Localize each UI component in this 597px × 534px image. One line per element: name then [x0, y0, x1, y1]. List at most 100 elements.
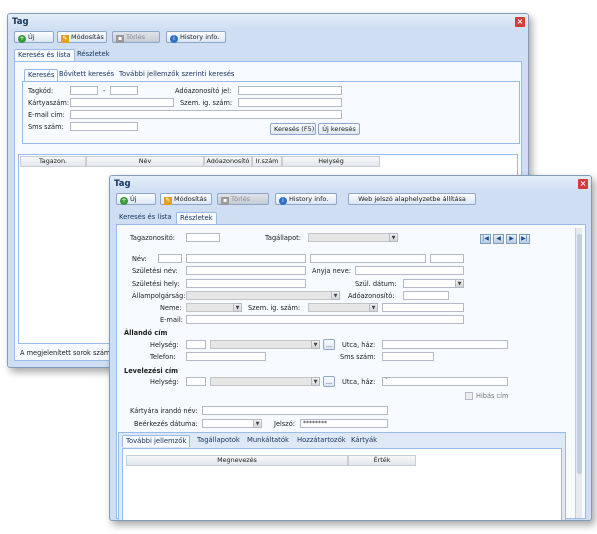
- scrollbar-thumb[interactable]: [577, 234, 582, 474]
- telefon-input[interactable]: [186, 352, 266, 361]
- neme-label: Neme:: [160, 304, 182, 312]
- email-input[interactable]: [70, 110, 342, 119]
- helyseg2-zip-input[interactable]: [186, 377, 206, 386]
- subtab-extended-search[interactable]: Bővített keresés: [56, 69, 117, 81]
- adoazon-input[interactable]: [238, 86, 342, 95]
- chevron-down-icon[interactable]: ▼: [455, 279, 464, 288]
- szemig-input[interactable]: [382, 303, 464, 312]
- nev-firstname-input[interactable]: [310, 254, 426, 263]
- nev-suffix-input[interactable]: [430, 254, 464, 263]
- neme-select[interactable]: ▼: [186, 303, 242, 312]
- sms-input[interactable]: [70, 122, 138, 131]
- utca-input[interactable]: [382, 340, 508, 349]
- kartyara-nev-label: Kártyára irandó név:: [130, 407, 198, 415]
- search-button[interactable]: Keresés (F5): [270, 123, 316, 135]
- info-icon: i: [170, 35, 178, 43]
- helyseg-select[interactable]: ▼: [210, 340, 320, 349]
- vertical-scrollbar[interactable]: [575, 228, 582, 518]
- anyja-neve-input[interactable]: [355, 266, 464, 275]
- edit-button[interactable]: ✎ Módosítás: [160, 193, 212, 205]
- utca2-input[interactable]: `: [382, 377, 508, 386]
- tab-tagallapotok[interactable]: Tagállapotok: [194, 435, 243, 447]
- grid-header-megnevezes[interactable]: Megnevezés: [126, 455, 348, 466]
- szuletesi-hely-input[interactable]: [186, 279, 306, 288]
- utca-label: Utca, ház:: [342, 341, 376, 349]
- kartyaszam-input[interactable]: [70, 98, 174, 107]
- close-icon[interactable]: ×: [578, 179, 588, 189]
- helyseg-label: Helység:: [150, 341, 179, 349]
- szemig-input[interactable]: [238, 98, 342, 107]
- beerkezes-input[interactable]: ▼: [202, 419, 262, 428]
- prev-record-icon[interactable]: ◀: [493, 234, 504, 244]
- next-record-icon[interactable]: ▶: [506, 234, 517, 244]
- back-window-title: Tag: [8, 14, 528, 30]
- tab-munkaltatok[interactable]: Munkáltatók: [244, 435, 292, 447]
- grid-header-helyseg[interactable]: Helység: [282, 156, 380, 167]
- grid-header-tagazon[interactable]: Tagazon.: [20, 156, 86, 167]
- delete-button[interactable]: ▪ Törlés: [217, 193, 269, 205]
- chevron-down-icon[interactable]: ▼: [233, 303, 242, 312]
- helyseg-lookup-button[interactable]: ...: [323, 339, 335, 350]
- grid-header-irszam[interactable]: Ir.szám: [252, 156, 282, 167]
- front-window-title: Tag: [110, 176, 591, 192]
- szuletesi-nev-input[interactable]: [186, 266, 306, 275]
- chevron-down-icon[interactable]: ▼: [331, 291, 340, 300]
- chevron-down-icon[interactable]: ▼: [253, 419, 262, 428]
- history-button[interactable]: i History info.: [166, 31, 226, 43]
- nev-title-input[interactable]: [158, 254, 182, 263]
- grid-header-nev[interactable]: Név: [86, 156, 204, 167]
- tagazon-label: Tagazonosító:: [130, 234, 176, 242]
- new-search-button[interactable]: Új keresés: [318, 123, 360, 135]
- tagallapot-select[interactable]: ▼: [308, 233, 398, 242]
- tab-hozzatartozok[interactable]: Hozzátartozók: [294, 435, 349, 447]
- tagkod-input-1[interactable]: [70, 86, 98, 95]
- adoazon-label: Adóazonosító jel:: [175, 87, 232, 95]
- szul-datum-label: Szül. dátum:: [355, 280, 397, 288]
- allampolgarsag-select[interactable]: ▼: [186, 291, 340, 300]
- tab-search-list[interactable]: Keresés és lista: [116, 212, 175, 224]
- sms-input[interactable]: [382, 352, 434, 361]
- tab-details[interactable]: Részletek: [74, 49, 113, 61]
- pencil-icon: ✎: [164, 197, 172, 205]
- history-button[interactable]: i History info.: [275, 193, 337, 205]
- kartyara-nev-input[interactable]: [202, 406, 388, 415]
- helyseg-zip-input[interactable]: [186, 340, 206, 349]
- last-record-icon[interactable]: ▶|: [519, 234, 530, 244]
- first-record-icon[interactable]: |◀: [480, 234, 491, 244]
- szemig-label: Szem. ig. szám:: [248, 304, 301, 312]
- edit-button[interactable]: ✎ Módosítás: [57, 31, 107, 43]
- chevron-down-icon[interactable]: ▼: [311, 377, 320, 386]
- tab-kartyak[interactable]: Kártyák: [348, 435, 380, 447]
- email-input[interactable]: [186, 315, 464, 324]
- hibas-cim-checkbox[interactable]: [465, 392, 473, 400]
- new-button[interactable]: + Új: [14, 31, 54, 43]
- trash-icon: ▪: [221, 197, 229, 205]
- close-icon[interactable]: ×: [515, 17, 525, 27]
- grid-header-ertek[interactable]: Érték: [348, 455, 416, 466]
- chevron-down-icon[interactable]: ▼: [389, 233, 398, 242]
- tagkod-input-2[interactable]: [110, 86, 138, 95]
- szul-datum-input[interactable]: ▼: [403, 279, 464, 288]
- grid-header-adoazon[interactable]: Adóazonosító: [204, 156, 252, 167]
- nev-lastname-input[interactable]: [186, 254, 306, 263]
- helyseg2-select[interactable]: ▼: [210, 377, 320, 386]
- tab-details[interactable]: Részletek: [176, 212, 217, 224]
- jelszo-input[interactable]: ********: [300, 419, 388, 428]
- web-password-reset-button[interactable]: Web jelszó alaphelyzetbe állítása: [348, 193, 476, 205]
- helyseg2-lookup-button[interactable]: ...: [323, 376, 335, 387]
- subtab-attribute-search[interactable]: További jellemzők szerinti keresés: [116, 69, 237, 81]
- tab-search-list[interactable]: Keresés és lista: [14, 49, 75, 61]
- tab-tovabbi-jellemzok[interactable]: További jellemzők: [122, 435, 191, 447]
- new-button[interactable]: + Új: [116, 193, 156, 205]
- delete-button[interactable]: ▪ Törlés: [112, 31, 160, 43]
- tagazon-input[interactable]: [186, 233, 220, 242]
- adoazonosito-input[interactable]: [403, 291, 449, 300]
- chevron-down-icon[interactable]: ▼: [311, 340, 320, 349]
- jelszo-label: Jelszó:: [274, 420, 295, 428]
- chevron-down-icon[interactable]: ▼: [369, 303, 378, 312]
- subtab-search[interactable]: Keresés: [24, 69, 59, 81]
- helyseg2-label: Helység:: [150, 378, 179, 386]
- hibas-cim-label: Hibás cím: [476, 392, 509, 400]
- kartyaszam-label: Kártyaszám:: [28, 99, 70, 107]
- szemig-select[interactable]: ▼: [308, 303, 378, 312]
